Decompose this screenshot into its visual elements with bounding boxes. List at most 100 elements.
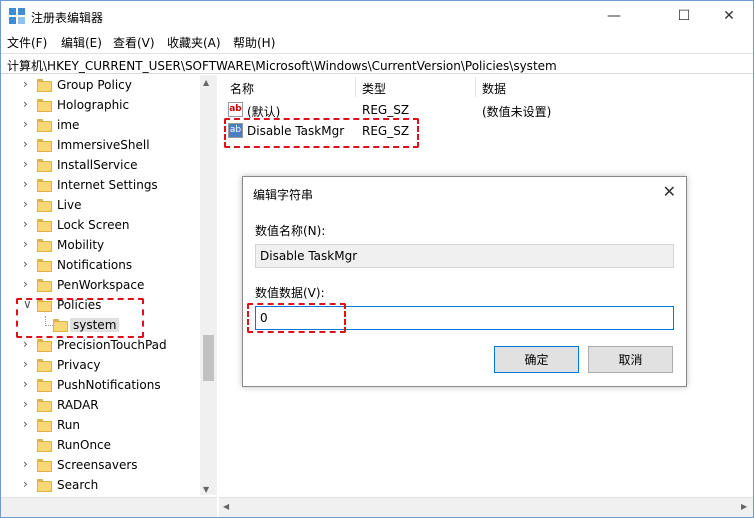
tree-item-radar[interactable]: › RADAR <box>1 396 201 416</box>
chevron-right-icon[interactable]: › <box>23 117 28 131</box>
menu-help[interactable]: 帮助(H) <box>233 34 275 51</box>
column-header-name[interactable]: 名称 <box>230 80 254 97</box>
chevron-right-icon[interactable]: › <box>23 197 28 211</box>
chevron-right-icon[interactable]: › <box>23 177 28 191</box>
chevron-right-icon[interactable]: › <box>23 457 28 471</box>
dialog-close-icon[interactable]: ✕ <box>663 182 676 201</box>
tree-item-label: Privacy <box>57 358 101 372</box>
regedit-app-icon <box>9 8 25 24</box>
chevron-right-icon[interactable]: › <box>23 417 28 431</box>
tree-item-runonce[interactable]: RunOnce <box>1 436 201 456</box>
column-divider[interactable] <box>475 77 476 97</box>
chevron-right-icon[interactable]: › <box>23 357 28 371</box>
tree-item-pushnotifications[interactable]: › PushNotifications <box>1 376 201 396</box>
tree-item-label: ImmersiveShell <box>57 138 150 152</box>
chevron-right-icon[interactable]: › <box>23 257 28 271</box>
chevron-right-icon[interactable]: › <box>23 157 28 171</box>
tree-item-installservice[interactable]: › InstallService <box>1 156 201 176</box>
chevron-right-icon[interactable]: › <box>23 77 28 91</box>
folder-icon <box>37 399 52 412</box>
menu-edit[interactable]: 编辑(E) <box>61 34 102 51</box>
folder-icon <box>37 479 52 492</box>
folder-icon <box>37 99 52 112</box>
folder-icon <box>37 139 52 152</box>
column-header-type[interactable]: 类型 <box>362 80 386 97</box>
tree-item-privacy[interactable]: › Privacy <box>1 356 201 376</box>
list-horizontal-scrollbar[interactable] <box>219 497 753 517</box>
chevron-right-icon[interactable]: › <box>23 97 28 111</box>
folder-icon <box>37 279 52 292</box>
value-type: REG_SZ <box>362 103 410 117</box>
highlight-disable-taskmgr <box>224 118 419 148</box>
tree-item-label: Live <box>57 198 82 212</box>
tree-item-label: RunOnce <box>57 438 112 452</box>
tree-item-group-policy[interactable]: › Group Policy <box>1 76 201 96</box>
tree-item-precisiontouchpad[interactable]: › PrecisionTouchPad <box>1 336 201 356</box>
minimize-button[interactable]: — <box>591 1 637 31</box>
chevron-right-icon[interactable]: › <box>23 277 28 291</box>
tree-item-screensavers[interactable]: › Screensavers <box>1 456 201 476</box>
folder-icon <box>37 159 52 172</box>
tree-item-search[interactable]: › Search <box>1 476 201 495</box>
minimize-icon: — <box>607 8 621 24</box>
tree-item-label: Search <box>57 478 99 492</box>
tree-item-penworkspace[interactable]: › PenWorkspace <box>1 276 201 296</box>
tree-item-label: Holographic <box>57 98 130 112</box>
highlight-value-data <box>247 303 346 333</box>
menu-file[interactable]: 文件(F) <box>7 34 47 51</box>
tree-item-label: Mobility <box>57 238 105 252</box>
value-name-label: 数值名称(N): <box>255 224 326 238</box>
title-bar: 注册表编辑器 — ☐ ✕ <box>1 1 753 31</box>
address-bar[interactable]: 计算机\HKEY_CURRENT_USER\SOFTWARE\Microsoft… <box>1 53 753 74</box>
column-header-data[interactable]: 数据 <box>482 80 506 97</box>
menu-view[interactable]: 查看(V) <box>113 34 155 51</box>
chevron-right-icon[interactable]: › <box>23 237 28 251</box>
menu-favorites[interactable]: 收藏夹(A) <box>167 34 221 51</box>
tree-item-lock-screen[interactable]: › Lock Screen <box>1 216 201 236</box>
scroll-right-icon[interactable]: ▶ <box>741 502 747 511</box>
scroll-down-icon[interactable]: ▼ <box>203 485 209 494</box>
close-button[interactable]: ✕ <box>706 1 752 31</box>
value-row-default[interactable]: ab (默认) REG_SZ (数值未设置) <box>219 100 753 120</box>
tree-item-internet-settings[interactable]: › Internet Settings <box>1 176 201 196</box>
value-data: (数值未设置) <box>482 105 552 119</box>
chevron-right-icon[interactable]: › <box>23 137 28 151</box>
window-title: 注册表编辑器 <box>31 11 104 25</box>
folder-icon <box>37 79 52 92</box>
folder-icon <box>37 339 52 352</box>
tree-horizontal-scrollbar[interactable] <box>1 497 217 517</box>
tree-item-immersiveshell[interactable]: › ImmersiveShell <box>1 136 201 156</box>
folder-icon <box>37 359 52 372</box>
folder-icon <box>37 259 52 272</box>
chevron-right-icon[interactable]: › <box>23 377 28 391</box>
tree-item-holographic[interactable]: › Holographic <box>1 96 201 116</box>
menu-bar: 文件(F) 编辑(E) 查看(V) 收藏夹(A) 帮助(H) <box>1 31 753 53</box>
tree-item-ime[interactable]: › ime <box>1 116 201 136</box>
tree-item-live[interactable]: › Live <box>1 196 201 216</box>
folder-icon <box>37 419 52 432</box>
maximize-button[interactable]: ☐ <box>661 1 707 31</box>
tree-item-label: Run <box>57 418 81 432</box>
ok-button[interactable]: 确定 <box>494 346 579 373</box>
chevron-right-icon[interactable]: › <box>23 477 28 491</box>
tree-vertical-scrollbar[interactable] <box>200 75 217 495</box>
tree-item-run[interactable]: › Run <box>1 416 201 436</box>
tree-item-mobility[interactable]: › Mobility <box>1 236 201 256</box>
tree-item-label: PushNotifications <box>57 378 161 392</box>
scroll-up-icon[interactable]: ▲ <box>203 78 209 87</box>
folder-icon <box>37 459 52 472</box>
folder-icon <box>37 219 52 232</box>
folder-icon <box>37 379 52 392</box>
chevron-right-icon[interactable]: › <box>23 217 28 231</box>
chevron-right-icon[interactable]: › <box>23 337 28 351</box>
scroll-left-icon[interactable]: ◀ <box>223 502 229 511</box>
cancel-button[interactable]: 取消 <box>588 346 673 373</box>
tree-item-label: InstallService <box>57 158 138 172</box>
chevron-right-icon[interactable]: › <box>23 397 28 411</box>
string-value-icon: ab <box>228 102 243 117</box>
folder-icon <box>37 179 52 192</box>
column-divider[interactable] <box>355 77 356 97</box>
tree-scroll-thumb[interactable] <box>203 335 214 381</box>
tree-item-notifications[interactable]: › Notifications <box>1 256 201 276</box>
tree-item-label: Lock Screen <box>57 218 130 232</box>
